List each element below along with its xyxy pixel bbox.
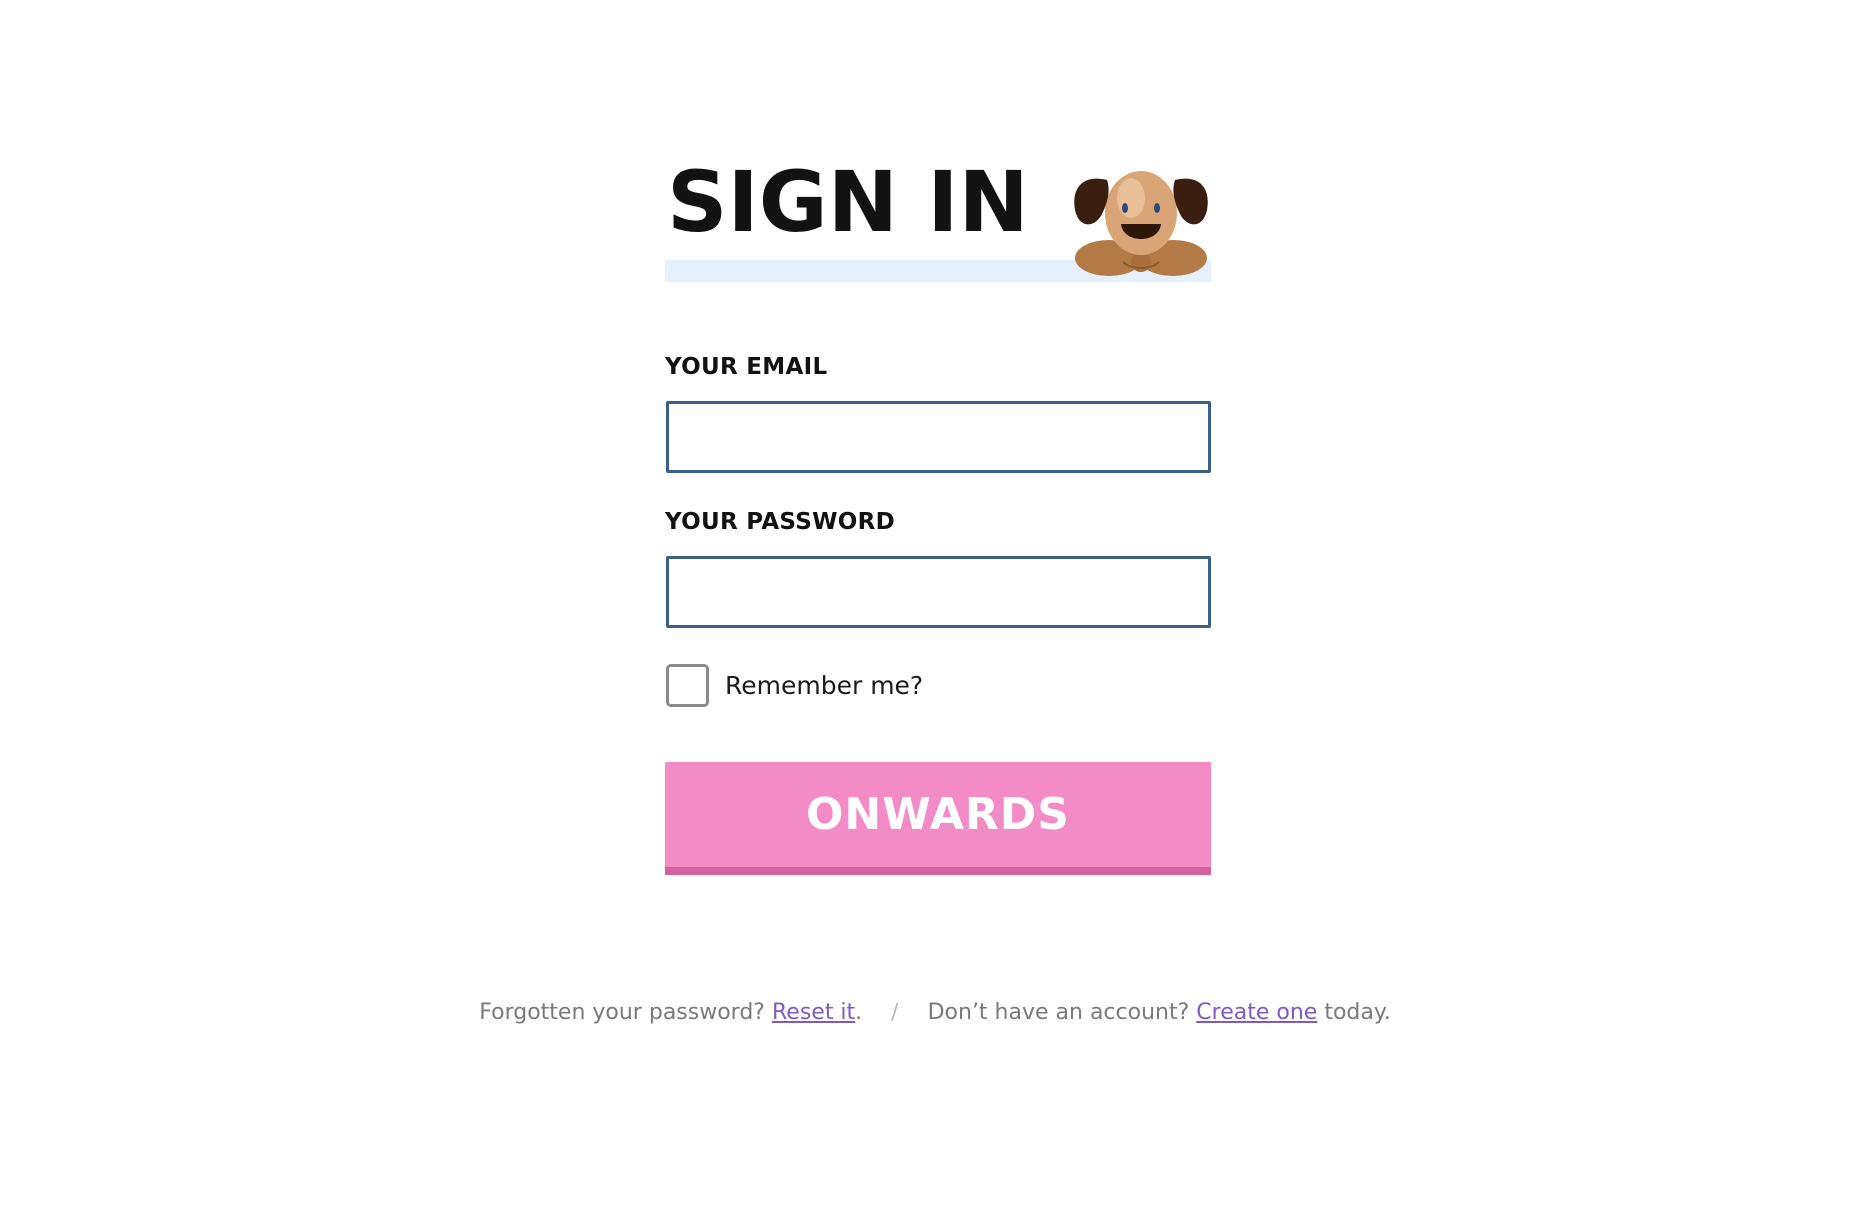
password-label: YOUR PASSWORD <box>665 509 896 535</box>
footer-separator: / <box>891 1000 899 1025</box>
create-suffix-text: today. <box>1324 1000 1391 1025</box>
create-account-link[interactable]: Create one <box>1196 1000 1317 1025</box>
onwards-button[interactable]: ONWARDS <box>665 762 1211 875</box>
password-field[interactable] <box>666 556 1211 628</box>
signin-form-container: SIGN IN YOUR EMAIL YOUR PASSWORD Remembe… <box>665 150 1211 875</box>
puppy-mascot-icon <box>1074 171 1208 276</box>
remember-me-row: Remember me? <box>666 662 1211 708</box>
remember-me-label[interactable]: Remember me? <box>725 671 923 700</box>
email-label: YOUR EMAIL <box>665 354 828 380</box>
forgot-password-text: Forgotten your password? <box>479 1000 765 1025</box>
footer-links: Forgotten your password? Reset it. / Don… <box>0 1000 1870 1025</box>
email-field[interactable] <box>666 401 1211 473</box>
title-row: SIGN IN <box>665 150 1211 282</box>
remember-me-checkbox[interactable] <box>666 663 709 707</box>
no-account-text: Don’t have an account? <box>927 1000 1190 1025</box>
reset-suffix-text: . <box>855 1000 863 1025</box>
page-title: SIGN IN <box>667 153 1029 251</box>
reset-password-link[interactable]: Reset it <box>772 1000 855 1025</box>
